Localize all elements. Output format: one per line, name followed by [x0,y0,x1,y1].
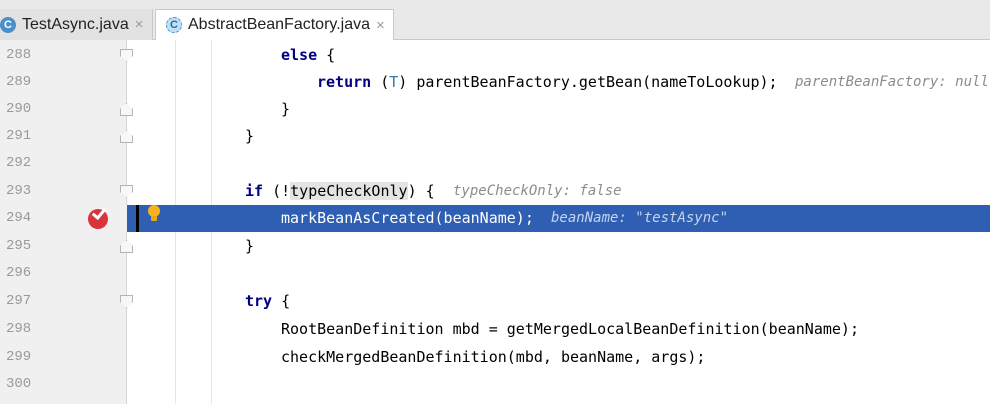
line-number: 297 [6,293,32,309]
code-token: ) [398,73,417,91]
keyword: try [245,292,273,310]
code-token: { [272,292,291,310]
code-text: if (!typeCheckOnly) { [245,178,435,205]
code-line[interactable]: 290 } [0,96,990,123]
line-number: 289 [6,74,32,90]
code-line[interactable]: 293 if (!typeCheckOnly) { typeCheckOnly:… [0,178,990,205]
line-number: 291 [6,128,32,144]
code-token: ( [371,73,390,91]
line-number: 299 [6,349,32,365]
keyword: else [281,46,318,64]
breakpoint-icon[interactable] [88,204,108,229]
java-class-icon: C [0,16,16,33]
highlighted-identifier[interactable]: typeCheckOnly [290,182,408,200]
debug-inline-value: beanName: "testAsync" [551,210,729,226]
code-line[interactable]: 299 checkMergedBeanDefinition(mbd, beanN… [0,344,990,371]
code-line[interactable]: 296 [0,260,990,287]
line-number: 295 [6,238,32,254]
editor-tab-bar: C TestAsync.java × C AbstractBeanFactory… [0,0,990,40]
fold-marker-icon[interactable] [120,49,133,62]
code-line[interactable]: 295 } [0,233,990,260]
line-number: 293 [6,183,32,199]
close-icon[interactable]: × [376,17,385,34]
code-line[interactable]: 297 try { [0,288,990,315]
fold-marker-icon[interactable] [120,240,133,253]
code-editor[interactable]: 288 else { 289 return (T) parentBeanFact… [0,40,990,404]
fold-marker-icon[interactable] [120,103,133,116]
code-text: else { [281,42,335,69]
close-icon[interactable]: × [135,16,144,33]
line-number: 298 [6,321,32,337]
code-line[interactable]: 292 [0,150,990,177]
type-parameter: T [389,73,399,91]
code-text: return (T) parentBeanFactory.getBean(nam… [317,69,778,96]
code-token: ) { [407,182,435,200]
code-text: } [281,100,291,118]
current-execution-line[interactable]: 294 markBeanAsCreated(beanName); beanNam… [0,204,990,232]
fold-marker-icon[interactable] [120,185,133,198]
tab-label: TestAsync.java [22,15,129,33]
code-line[interactable]: 289 return (T) parentBeanFactory.getBean… [0,69,990,96]
code-text: } [245,237,255,255]
code-text: } [245,127,255,145]
line-number: 296 [6,265,32,281]
fold-marker-icon[interactable] [120,295,133,308]
debug-inline-value: typeCheckOnly: false [453,183,622,199]
line-number: 300 [6,376,32,392]
code-token: { [317,46,336,64]
code-token: parentBeanFactory.getBean(nameToLookup); [416,73,778,91]
lightbulb-icon[interactable] [146,205,162,225]
line-number: 292 [6,155,32,171]
line-number: 288 [6,47,32,63]
code-line[interactable]: 291 } [0,123,990,150]
keyword: if [245,182,264,200]
debug-inline-value: parentBeanFactory: null [795,74,989,90]
fold-marker-icon[interactable] [120,130,133,143]
code-token: (! [263,182,291,200]
code-text: checkMergedBeanDefinition(mbd, beanName,… [281,348,706,366]
code-line[interactable]: 288 else { [0,42,990,69]
code-text: RootBeanDefinition mbd = getMergedLocalB… [281,320,859,338]
code-text: try { [245,288,290,315]
code-text: markBeanAsCreated(beanName); [281,209,534,227]
tab-abstractbeanfactory[interactable]: C AbstractBeanFactory.java × [155,9,394,40]
tab-testasync[interactable]: C TestAsync.java × [0,9,153,40]
abstract-class-icon: C [166,17,182,33]
line-number: 290 [6,101,32,117]
text-caret [136,205,139,232]
code-line[interactable]: 298 RootBeanDefinition mbd = getMergedLo… [0,316,990,343]
code-line[interactable]: 300 [0,371,990,398]
keyword: return [317,73,372,91]
tab-label: AbstractBeanFactory.java [188,16,371,33]
